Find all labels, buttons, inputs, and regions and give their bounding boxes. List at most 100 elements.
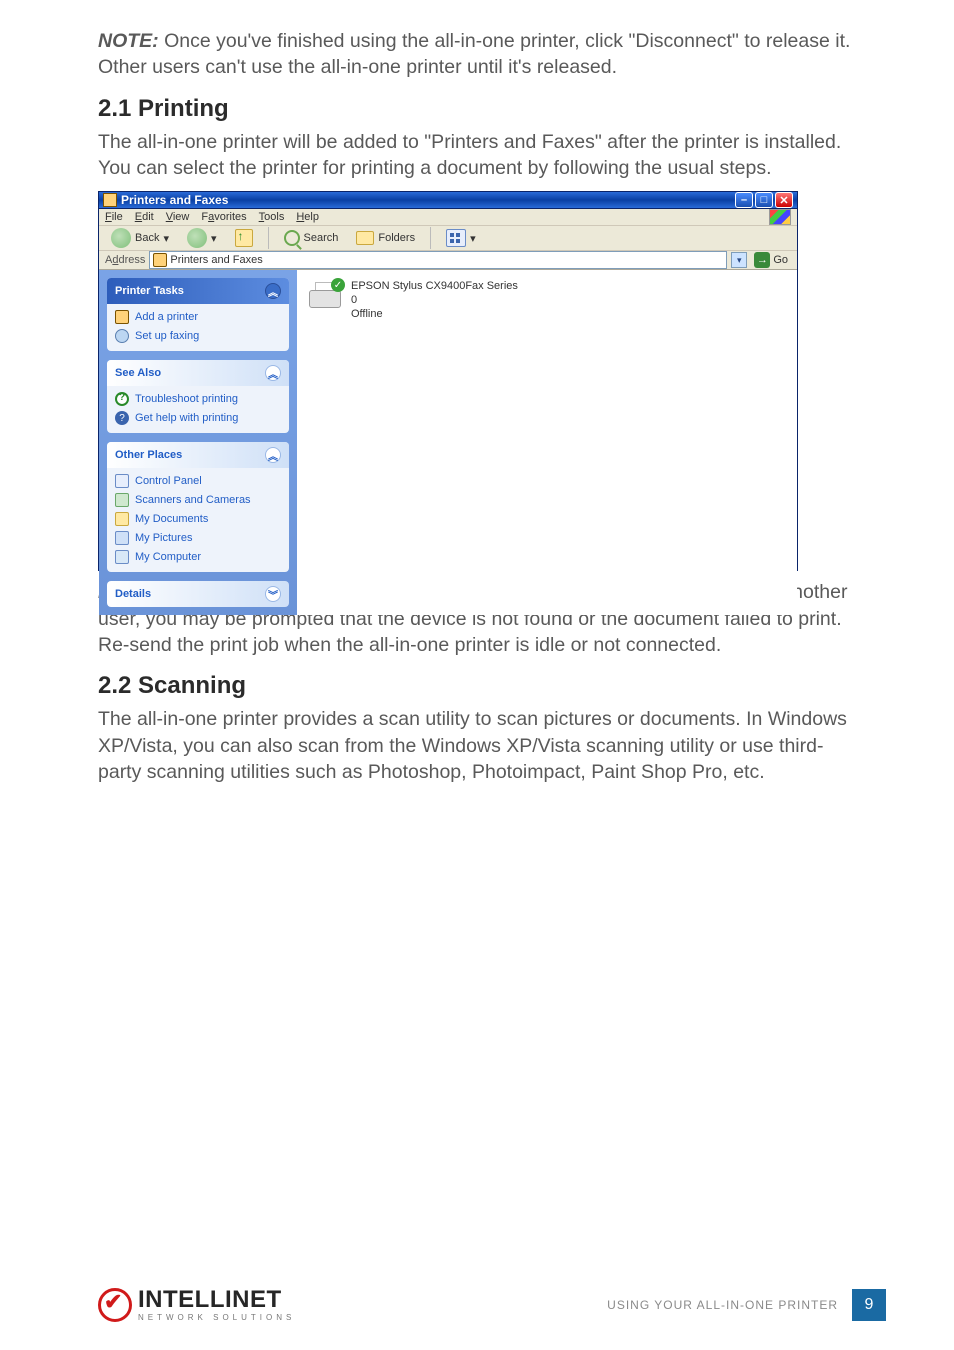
help2-icon: ? [115, 411, 129, 425]
collapse-icon[interactable]: ︽ [265, 365, 281, 381]
printer-name: EPSON Stylus CX9400Fax Series [351, 280, 518, 294]
my-documents-label: My Documents [135, 513, 208, 525]
expand-icon[interactable]: ︾ [265, 586, 281, 602]
address-icon [153, 253, 167, 267]
scanners-link[interactable]: Scanners and Cameras [115, 493, 281, 507]
my-documents-link[interactable]: My Documents [115, 512, 281, 526]
troubleshoot-label: Troubleshoot printing [135, 393, 238, 405]
back-button[interactable]: Back ▾ [105, 226, 175, 250]
check-icon: ✓ [331, 278, 345, 292]
logo-mark-icon [98, 1288, 132, 1322]
my-pictures-label: My Pictures [135, 532, 192, 544]
close-button[interactable]: ✕ [775, 192, 793, 208]
details-header[interactable]: Details ︾ [107, 581, 289, 607]
menu-help[interactable]: Help [296, 211, 319, 223]
menu-view[interactable]: View [166, 211, 190, 223]
menubar: File Edit View Favorites Tools Help [99, 209, 797, 226]
computer-icon [115, 550, 129, 564]
printer-list-item[interactable]: ✓ EPSON Stylus CX9400Fax Series 0 Offlin… [307, 280, 787, 321]
printer-tasks-box: Printer Tasks ︽ Add a printer Set up faxi… [107, 278, 289, 351]
go-button[interactable]: →Go [751, 252, 791, 268]
add-printer-label: Add a printer [135, 311, 198, 323]
brand-name: INTELLINET [138, 1288, 295, 1312]
see-also-title: See Also [115, 367, 161, 379]
printer-count: 0 [351, 294, 518, 308]
heading-scanning: 2.2 Scanning [98, 672, 856, 700]
get-help-label: Get help with printing [135, 412, 238, 424]
search-icon [284, 230, 300, 246]
address-combo[interactable]: Printers and Faxes [149, 251, 727, 269]
my-computer-link[interactable]: My Computer [115, 550, 281, 564]
collapse-icon[interactable]: ︽ [265, 283, 281, 299]
help-icon [115, 392, 129, 406]
scanner-icon [115, 493, 129, 507]
address-bar: Address Printers and Faxes ▾ →Go [99, 251, 797, 270]
footer-section: USING YOUR ALL-IN-ONE PRINTER [607, 1298, 838, 1312]
my-pictures-link[interactable]: My Pictures [115, 531, 281, 545]
details-title: Details [115, 588, 151, 600]
side-panel: Printer Tasks ︽ Add a printer Set up faxi… [99, 270, 297, 615]
back-icon [111, 228, 131, 248]
printer-status: Offline [351, 308, 518, 322]
menu-edit[interactable]: Edit [135, 211, 154, 223]
pictures-icon [115, 531, 129, 545]
menu-favorites[interactable]: Favorites [201, 211, 246, 223]
views-icon [446, 229, 466, 247]
folders-icon [356, 231, 374, 245]
titlebar[interactable]: Printers and Faxes – □ ✕ [99, 192, 797, 209]
toolbar: Back ▾ ▾ Search Folders ▾ [99, 226, 797, 251]
go-icon: → [754, 252, 770, 268]
other-places-box: Other Places︽ Control Panel Scanners and… [107, 442, 289, 572]
control-panel-label: Control Panel [135, 475, 202, 487]
menu-tools[interactable]: Tools [259, 211, 285, 223]
see-also-header[interactable]: See Also ︽ [107, 360, 289, 386]
address-dropdown[interactable]: ▾ [731, 252, 747, 268]
control-panel-link[interactable]: Control Panel [115, 474, 281, 488]
window-title: Printers and Faxes [121, 193, 228, 207]
details-box: Details ︾ [107, 581, 289, 607]
brand-logo: INTELLINET NETWORK SOLUTIONS [98, 1288, 295, 1322]
fax-icon [115, 329, 129, 343]
main-area[interactable]: ✓ EPSON Stylus CX9400Fax Series 0 Offlin… [297, 270, 797, 615]
printer-tasks-title: Printer Tasks [115, 285, 184, 297]
up-button[interactable] [229, 227, 259, 249]
maximize-button[interactable]: □ [755, 192, 773, 208]
scanners-label: Scanners and Cameras [135, 494, 251, 506]
setup-faxing-label: Set up faxing [135, 330, 199, 342]
control-panel-icon [115, 474, 129, 488]
note-label: NOTE: [98, 30, 159, 52]
menu-file[interactable]: File [105, 211, 123, 223]
printer-device-icon: ✓ [307, 280, 343, 312]
toolbar-separator [268, 227, 269, 249]
printing-intro: The all-in-one printer will be added to … [98, 129, 856, 182]
address-value: Printers and Faxes [170, 254, 262, 266]
printer-tasks-header[interactable]: Printer Tasks ︽ [107, 278, 289, 304]
go-label: Go [773, 254, 788, 266]
window-icon [103, 193, 117, 207]
see-also-box: See Also ︽ Troubleshoot printing ? Get hel… [107, 360, 289, 433]
setup-faxing-link[interactable]: Set up faxing [115, 329, 281, 343]
add-printer-link[interactable]: Add a printer [115, 310, 281, 324]
troubleshoot-link[interactable]: Troubleshoot printing [115, 392, 281, 406]
forward-icon [187, 228, 207, 248]
printers-faxes-window: Printers and Faxes – □ ✕ File Edit View … [98, 191, 798, 571]
windows-logo-icon [769, 209, 791, 225]
search-button[interactable]: Search [278, 228, 345, 248]
note-top: NOTE: Once you've finished using the all… [98, 28, 856, 81]
printer-icon [115, 310, 129, 324]
collapse-icon[interactable]: ︽ [265, 447, 281, 463]
page-footer: INTELLINET NETWORK SOLUTIONS USING YOUR … [0, 1288, 954, 1322]
views-button[interactable]: ▾ [440, 227, 482, 249]
get-help-link[interactable]: ? Get help with printing [115, 411, 281, 425]
other-places-header[interactable]: Other Places︽ [107, 442, 289, 468]
note-top-text: Once you've finished using the all-in-on… [98, 30, 850, 78]
minimize-button[interactable]: – [735, 192, 753, 208]
heading-printing: 2.1 Printing [98, 95, 856, 123]
back-label: Back [135, 232, 159, 244]
toolbar-separator [430, 227, 431, 249]
documents-icon [115, 512, 129, 526]
forward-button[interactable]: ▾ [181, 226, 223, 250]
folders-label: Folders [378, 232, 415, 244]
scanning-intro: The all-in-one printer provides a scan u… [98, 706, 856, 785]
folders-button[interactable]: Folders [350, 229, 421, 247]
